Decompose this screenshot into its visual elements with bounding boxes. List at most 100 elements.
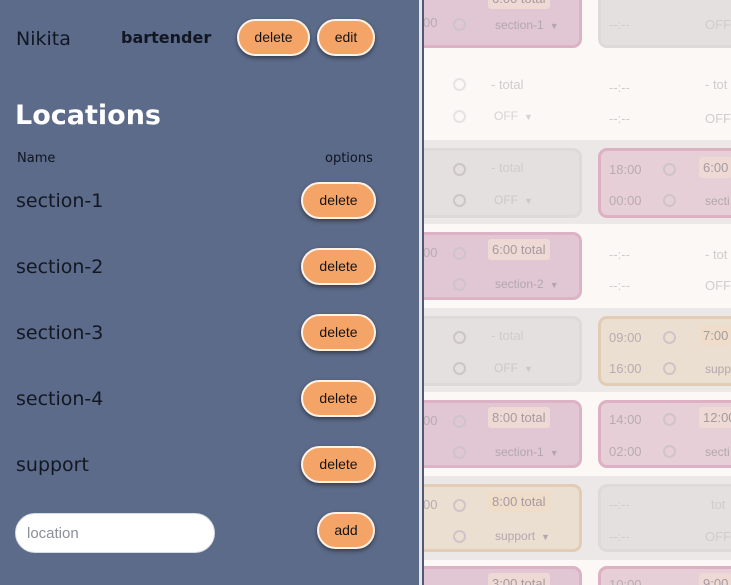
delete-location-button[interactable]: delete — [301, 248, 376, 285]
section-select-value: section-1 — [495, 445, 544, 459]
shift-total: 6:00 total — [488, 0, 550, 9]
shift-end: 16:00 — [609, 361, 642, 376]
shift-start: 09:00 — [609, 330, 642, 345]
clock-icon — [453, 331, 466, 344]
chevron-down-icon: ▼ — [549, 21, 559, 31]
shift-time: --:-- — [609, 80, 630, 95]
location-name: support — [16, 454, 89, 476]
shift-start: 18:00 — [609, 162, 642, 177]
shift-start: 10:00 — [609, 577, 642, 585]
sidebar-divider-shadow — [422, 0, 424, 585]
shift-total: - total — [491, 77, 524, 92]
delete-location-button[interactable]: delete — [301, 380, 376, 417]
section-select[interactable]: section-2 ▼ — [495, 277, 559, 291]
shift-time: 00 — [423, 413, 438, 428]
clock-icon — [453, 446, 466, 459]
shift-card[interactable]: 3:00 total — [410, 566, 582, 585]
shift-card[interactable]: 14:00 12:00 02:00 secti — [598, 400, 731, 468]
shift-total: 8:00 total — [488, 491, 550, 512]
clock-icon — [453, 530, 466, 543]
clock-icon — [663, 331, 676, 344]
clock-icon — [453, 194, 466, 207]
shift-card[interactable]: 00 8:00 total support ▼ — [410, 484, 582, 552]
shift-time: 00 — [423, 15, 438, 30]
clock-icon — [663, 194, 676, 207]
shift-time: --:-- — [609, 278, 630, 293]
shift-time: --:-- — [609, 247, 630, 262]
employee-name: Nikita — [16, 28, 71, 50]
shift-time: --:-- — [609, 111, 630, 126]
clock-icon — [453, 163, 466, 176]
shift-card[interactable]: --:-- - tot --:-- OFF — [598, 232, 731, 300]
delete-location-button[interactable]: delete — [301, 314, 376, 351]
section-select-value: OFF — [494, 193, 518, 207]
shift-card[interactable]: 00 6:00 total section-2 ▼ — [410, 232, 582, 300]
shift-total: tot — [711, 497, 726, 512]
edit-employee-button[interactable]: edit — [317, 19, 375, 56]
shift-time: 00 — [423, 497, 438, 512]
section-select[interactable]: section-1 ▼ — [495, 18, 559, 32]
clock-icon — [453, 78, 466, 91]
shift-card[interactable]: 09:00 7:00 16:00 supp — [598, 316, 731, 386]
shift-card[interactable]: --:-- tot --:-- OFF — [598, 484, 731, 552]
shift-end: 02:00 — [609, 444, 642, 459]
section-select[interactable]: OFF ▼ — [494, 109, 533, 123]
shift-section: OFF — [705, 17, 731, 32]
employee-role: bartender — [121, 28, 212, 47]
shift-total: 7:00 — [699, 325, 731, 346]
location-name: section-2 — [16, 256, 104, 278]
new-location-input[interactable] — [15, 513, 215, 553]
shift-card[interactable]: 00 6:00 total section-1 ▼ — [410, 0, 582, 48]
shift-section: OFF — [705, 529, 731, 544]
add-location-button[interactable]: add — [317, 512, 375, 549]
shift-time: --:-- — [609, 529, 630, 544]
chevron-down-icon: ▼ — [524, 364, 533, 374]
shift-total: - tot — [705, 247, 728, 262]
section-select[interactable]: support ▼ — [495, 529, 550, 543]
chevron-down-icon: ▼ — [549, 280, 559, 290]
shift-total: 12:00 — [699, 407, 731, 428]
shift-time: 00 — [423, 245, 438, 260]
location-name: section-4 — [16, 388, 104, 410]
clock-icon — [663, 163, 676, 176]
employee-sidebar: Nikita bartender delete edit Locations N… — [0, 0, 419, 585]
shift-start: 14:00 — [609, 412, 642, 427]
clock-icon — [453, 499, 466, 512]
shift-card[interactable]: --:-- OFF — [598, 0, 731, 48]
clock-icon — [453, 278, 466, 291]
shift-total: 6:00 total — [488, 239, 550, 260]
section-select-value: section-2 — [495, 277, 544, 291]
shift-card[interactable]: - total OFF ▼ — [410, 148, 582, 218]
clock-icon — [663, 362, 676, 375]
shift-total: 9:00 — [699, 573, 731, 585]
section-select-value: OFF — [494, 109, 518, 123]
clock-icon — [663, 445, 676, 458]
delete-location-button[interactable]: delete — [301, 446, 376, 483]
shift-total: - total — [491, 160, 524, 175]
delete-employee-button[interactable]: delete — [237, 19, 310, 56]
shift-card[interactable]: 00 8:00 total section-1 ▼ — [410, 400, 582, 468]
section-select[interactable]: secti — [705, 445, 730, 459]
section-select[interactable]: OFF ▼ — [494, 193, 533, 207]
section-select[interactable]: supp — [705, 362, 731, 376]
section-select[interactable]: OFF ▼ — [494, 361, 533, 375]
shift-card[interactable]: --:-- - tot --:-- OFF — [598, 63, 731, 135]
shift-total: 3:00 total — [488, 573, 550, 585]
shift-total: 8:00 total — [488, 407, 550, 428]
chevron-down-icon: ▼ — [541, 532, 550, 542]
clock-icon — [453, 415, 466, 428]
chevron-down-icon: ▼ — [524, 112, 533, 122]
section-select-value: section-1 — [495, 18, 544, 32]
shift-card[interactable]: - total OFF ▼ — [410, 316, 582, 386]
shift-card[interactable]: - total OFF ▼ — [410, 63, 582, 135]
delete-location-button[interactable]: delete — [301, 182, 376, 219]
location-name: section-1 — [16, 190, 104, 212]
shift-total: - tot — [705, 77, 728, 92]
location-name: section-3 — [16, 322, 104, 344]
shift-total: - total — [491, 328, 524, 343]
section-select[interactable]: section-1 ▼ — [495, 445, 559, 459]
section-select[interactable]: secti — [705, 194, 730, 208]
shift-card[interactable]: 18:00 6:00 00:00 secti — [598, 148, 731, 218]
shift-card[interactable]: 10:00 9:00 — [598, 566, 731, 585]
clock-icon — [453, 18, 466, 31]
